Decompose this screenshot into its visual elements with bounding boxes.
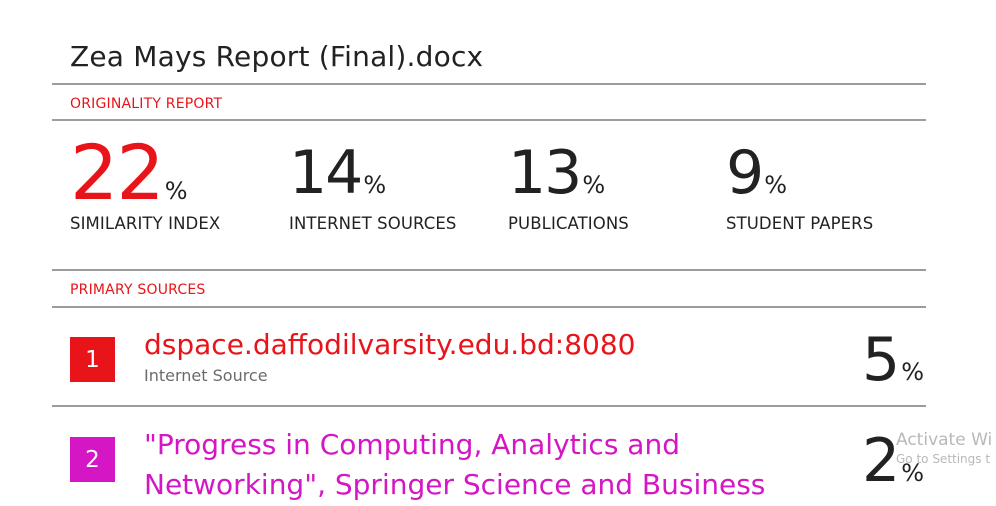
- percent-sign: %: [582, 171, 606, 199]
- percent-sign: %: [764, 171, 787, 199]
- watermark-line2: Go to Settings t: [896, 452, 991, 466]
- document-title: Zea Mays Report (Final).docx: [70, 40, 484, 73]
- originality-report-page: Zea Mays Report (Final).docx ORIGINALITY…: [0, 0, 996, 506]
- publications-label: PUBLICATIONS: [508, 214, 629, 233]
- originality-report-heading: ORIGINALITY REPORT: [70, 96, 223, 112]
- source-rank-badge: 2: [70, 437, 115, 482]
- primary-sources-heading: PRIMARY SOURCES: [70, 282, 206, 298]
- stat-similarity-index: 22% SIMILARITY INDEX: [70, 135, 221, 234]
- stat-publications: 13% PUBLICATIONS: [508, 140, 629, 233]
- stat-internet-sources: 14% INTERNET SOURCES: [289, 140, 456, 233]
- source-rank-badge: 1: [70, 337, 115, 382]
- stat-student-papers: 9% STUDENT PAPERS: [726, 140, 873, 233]
- divider: [52, 269, 926, 271]
- source-title-link[interactable]: dspace.daffodilvarsity.edu.bd:8080: [144, 325, 635, 365]
- divider: [52, 83, 926, 85]
- source-percent: 5%: [862, 330, 924, 402]
- similarity-index-value: 22: [70, 128, 165, 217]
- source-percent-value: 5: [862, 325, 901, 395]
- similarity-index-label: SIMILARITY INDEX: [70, 214, 221, 233]
- percent-sign: %: [164, 177, 188, 205]
- source-type: Internet Source: [144, 366, 268, 385]
- divider: [52, 405, 926, 407]
- source-percent-value: 2: [862, 426, 901, 496]
- divider: [52, 119, 926, 121]
- internet-sources-value: 14: [289, 138, 363, 208]
- student-papers-label: STUDENT PAPERS: [726, 214, 874, 233]
- watermark-line1: Activate Wi: [896, 430, 993, 450]
- internet-sources-label: INTERNET SOURCES: [289, 214, 457, 233]
- activate-windows-watermark: Activate Wi Go to Settings t: [896, 430, 992, 466]
- percent-sign: %: [363, 171, 387, 199]
- percent-sign: %: [901, 358, 924, 386]
- publications-value: 13: [508, 138, 582, 208]
- student-papers-value: 9: [726, 138, 764, 208]
- divider: [52, 306, 926, 308]
- source-title-link-line2[interactable]: Networking", Springer Science and Busine…: [144, 465, 765, 505]
- source-title-link-line1[interactable]: "Progress in Computing, Analytics and: [144, 425, 680, 465]
